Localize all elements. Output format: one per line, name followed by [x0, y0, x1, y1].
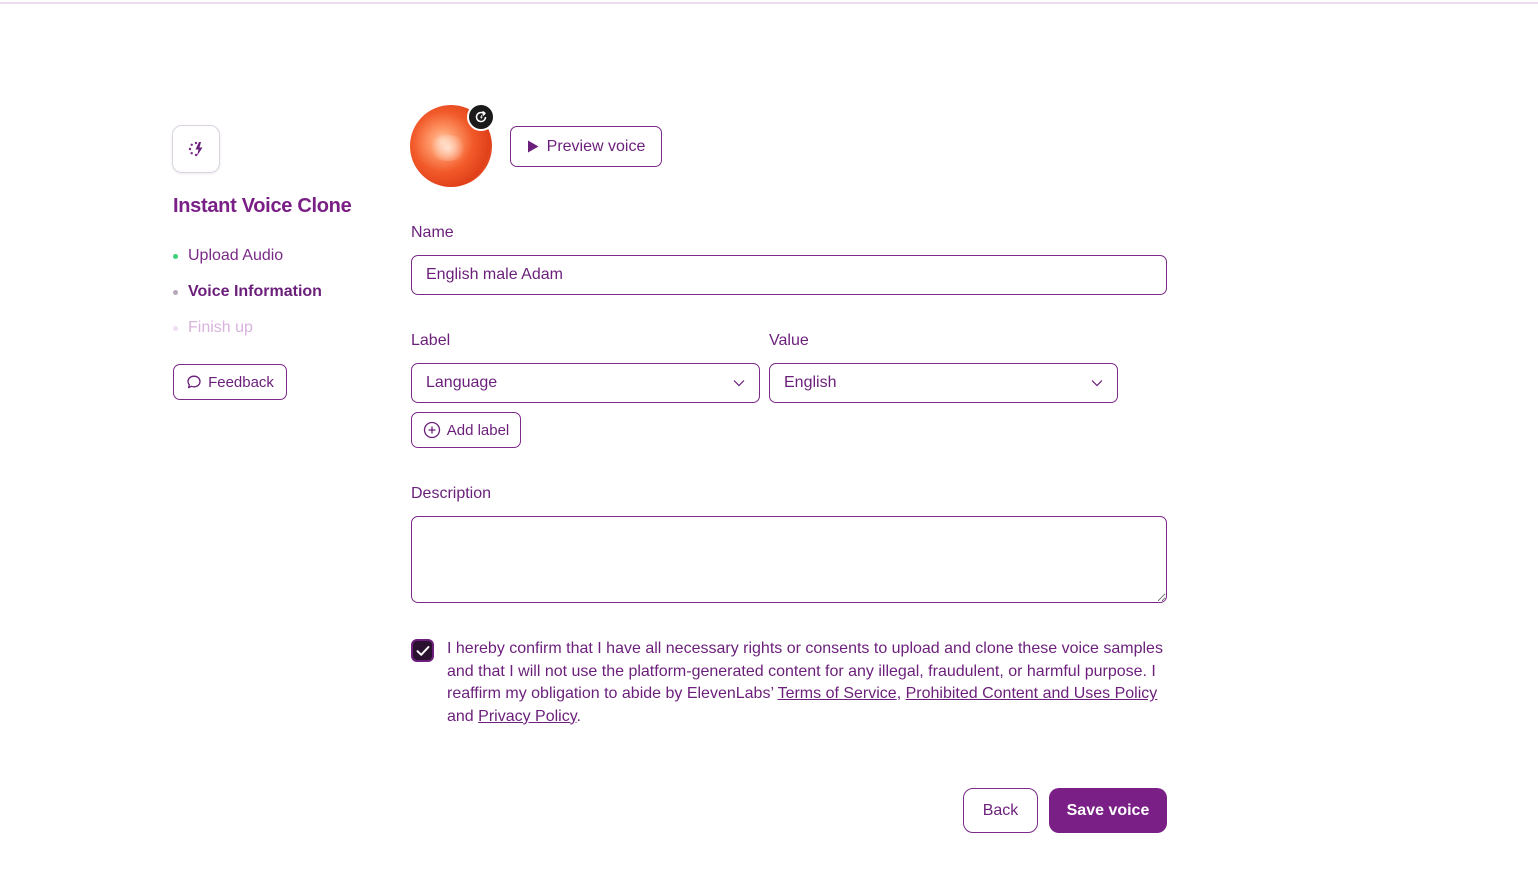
checkmark-icon — [416, 645, 429, 656]
consent-text: I hereby confirm that I have all necessa… — [447, 638, 1167, 728]
step-list: Upload Audio Voice Information Finish up — [173, 238, 322, 346]
value-select[interactable]: English — [769, 363, 1118, 403]
value-header: Value — [769, 332, 809, 349]
feedback-label: Feedback — [208, 373, 274, 391]
top-divider — [0, 2, 1538, 4]
step-voice-information: Voice Information — [173, 274, 322, 310]
consent-separator: , — [896, 685, 906, 703]
add-label-button[interactable]: Add label — [411, 412, 521, 448]
step-current-dot — [173, 289, 178, 295]
label-select-value: Language — [426, 374, 498, 391]
voice-avatar-container — [410, 103, 495, 187]
name-input[interactable] — [411, 255, 1167, 295]
save-voice-button[interactable]: Save voice — [1049, 788, 1167, 833]
play-icon — [527, 140, 539, 153]
prohibited-content-policy-link[interactable]: Prohibited Content and Uses Policy — [906, 685, 1158, 702]
step-label: Upload Audio — [188, 247, 284, 264]
preview-voice-label: Preview voice — [546, 137, 646, 155]
label-select[interactable]: Language — [411, 363, 760, 403]
sparkle-bolt-icon — [172, 125, 220, 173]
terms-of-service-link[interactable]: Terms of Service — [778, 685, 897, 702]
step-upcoming-dot — [173, 325, 178, 331]
preview-voice-button[interactable]: Preview voice — [510, 126, 662, 167]
privacy-policy-link[interactable]: Privacy Policy — [478, 708, 576, 725]
value-select-value: English — [784, 374, 837, 391]
consent-checkbox[interactable] — [411, 639, 434, 662]
step-label: Voice Information — [188, 283, 322, 300]
step-upload-audio: Upload Audio — [173, 238, 322, 274]
add-label-text: Add label — [446, 421, 510, 439]
label-header: Label — [411, 332, 451, 349]
chevron-down-icon — [733, 380, 745, 387]
feedback-button[interactable]: Feedback — [173, 364, 287, 400]
step-label: Finish up — [188, 319, 253, 336]
name-label: Name — [411, 224, 454, 241]
chevron-down-icon — [1091, 380, 1103, 387]
flow-title: Instant Voice Clone — [173, 195, 352, 217]
refresh-icon[interactable] — [467, 103, 495, 131]
description-label: Description — [411, 485, 492, 502]
plus-circle-icon — [423, 421, 440, 439]
description-textarea[interactable] — [411, 516, 1167, 603]
consent-separator: and — [447, 707, 479, 725]
step-done-dot — [173, 253, 178, 259]
chat-bubble-icon — [187, 375, 201, 389]
consent-end: . — [576, 707, 581, 725]
step-finish-up: Finish up — [173, 310, 322, 346]
back-button[interactable]: Back — [963, 788, 1038, 833]
